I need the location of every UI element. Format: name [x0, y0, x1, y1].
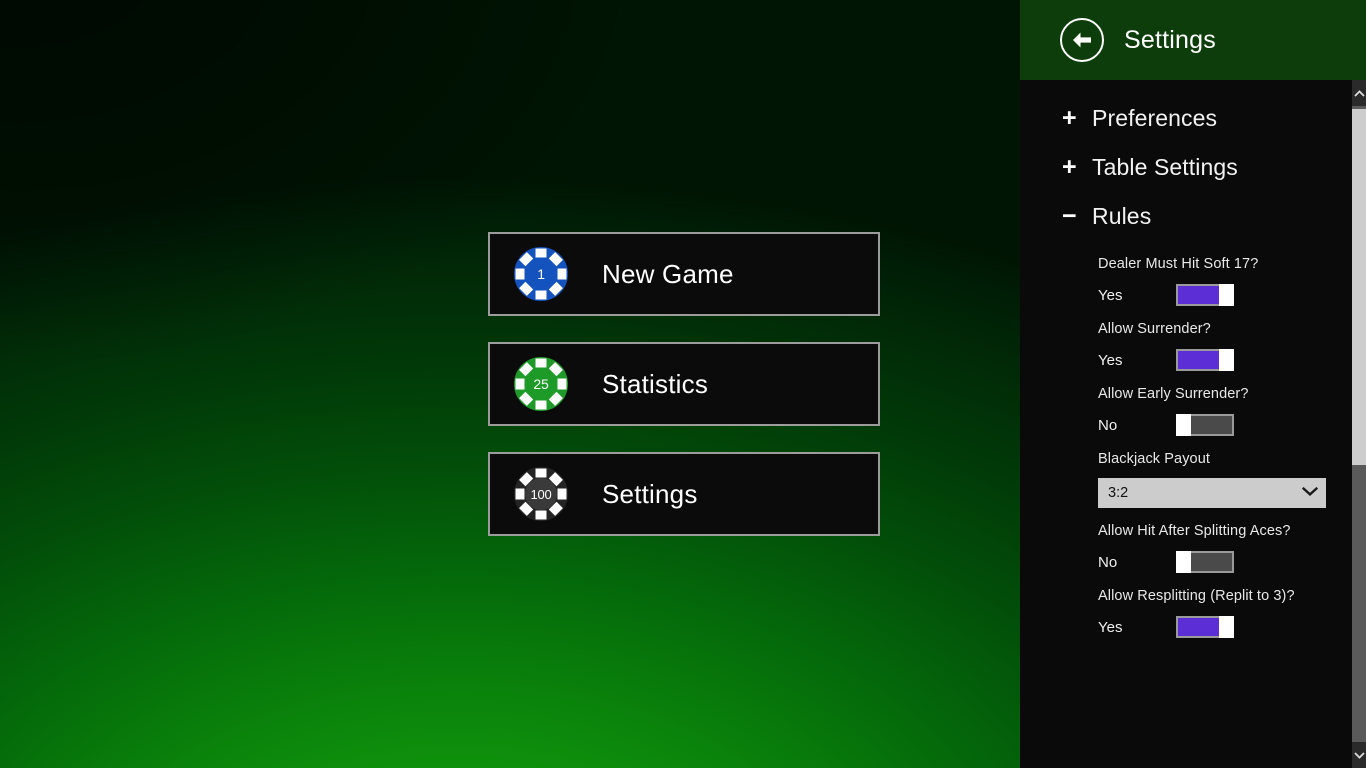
- setting-blackjack-payout: Blackjack Payout 3:2: [1020, 450, 1352, 508]
- toggle-allow-surrender[interactable]: [1176, 349, 1234, 371]
- game-table-background: 1 New Game 25 Statistics 100 Settings: [0, 0, 1021, 768]
- chip-rim-dash: [557, 488, 567, 500]
- scrollbar-down-button[interactable]: [1352, 742, 1366, 768]
- menu-button-settings[interactable]: 100 Settings: [488, 452, 880, 536]
- dropdown-value: 3:2: [1108, 484, 1129, 501]
- setting-dealer-must-hit-soft-17: Dealer Must Hit Soft 17? Yes: [1020, 255, 1352, 306]
- setting-label: Dealer Must Hit Soft 17?: [1098, 256, 1259, 272]
- setting-allow-early-surrender: Allow Early Surrender? No: [1020, 385, 1352, 436]
- setting-label: Allow Surrender?: [1098, 321, 1211, 337]
- setting-allow-hit-after-splitting-aces: Allow Hit After Splitting Aces? No: [1020, 522, 1352, 573]
- toggle-dealer-must-hit-soft-17[interactable]: [1176, 284, 1234, 306]
- setting-control-row: No: [1098, 414, 1340, 436]
- setting-state-text: Yes: [1098, 286, 1123, 304]
- chip-value-25: 25: [525, 368, 557, 400]
- setting-label: Allow Resplitting (Replit to 3)?: [1098, 588, 1295, 604]
- scrollbar-up-button[interactable]: [1352, 80, 1366, 106]
- setting-control-row: No: [1098, 551, 1340, 573]
- setting-state-text: Yes: [1098, 351, 1123, 369]
- setting-label: Allow Hit After Splitting Aces?: [1098, 523, 1291, 539]
- settings-header: Settings: [1020, 0, 1366, 80]
- section-header-table-settings[interactable]: + Table Settings: [1020, 143, 1352, 192]
- toggle-allow-resplitting[interactable]: [1176, 616, 1234, 638]
- section-header-rules[interactable]: − Rules: [1020, 192, 1352, 241]
- chip-rim-dash: [535, 290, 547, 300]
- main-menu: 1 New Game 25 Statistics 100 Settings: [488, 232, 880, 536]
- chip-value-100: 100: [525, 478, 557, 510]
- chip-1-icon: 1: [514, 247, 568, 301]
- plus-icon: +: [1062, 153, 1077, 181]
- setting-control-row: Yes: [1098, 349, 1340, 371]
- settings-title: Settings: [1124, 25, 1216, 54]
- section-header-preferences[interactable]: + Preferences: [1020, 94, 1352, 143]
- chip-rim-dash: [557, 268, 567, 280]
- menu-button-new-game[interactable]: 1 New Game: [488, 232, 880, 316]
- setting-control-row: Yes: [1098, 616, 1340, 638]
- menu-button-statistics[interactable]: 25 Statistics: [488, 342, 880, 426]
- chip-value-1: 1: [525, 258, 557, 290]
- app-window: 1 New Game 25 Statistics 100 Settings Se…: [0, 0, 1366, 768]
- chip-rim-dash: [557, 378, 567, 390]
- scrollbar-thumb[interactable]: [1352, 109, 1366, 465]
- setting-allow-resplitting: Allow Resplitting (Replit to 3)? Yes: [1020, 587, 1352, 638]
- setting-state-text: No: [1098, 553, 1118, 571]
- menu-label-statistics: Statistics: [602, 368, 709, 399]
- settings-body: + Preferences + Table Settings − Rules D…: [1020, 80, 1366, 768]
- section-label-preferences: Preferences: [1092, 105, 1218, 131]
- settings-flyout: Settings + Preferences + Table Settings …: [1020, 0, 1366, 768]
- setting-control-row: Yes: [1098, 284, 1340, 306]
- setting-state-text: No: [1098, 416, 1118, 434]
- menu-label-new-game: New Game: [602, 258, 734, 289]
- setting-label: Blackjack Payout: [1098, 451, 1211, 467]
- chip-rim-dash: [535, 248, 547, 258]
- setting-label: Allow Early Surrender?: [1098, 386, 1249, 402]
- section-label-rules: Rules: [1092, 203, 1152, 229]
- chip-rim-dash: [535, 358, 547, 368]
- chip-rim-dash: [515, 268, 525, 280]
- menu-label-settings: Settings: [602, 478, 698, 509]
- toggle-allow-hit-after-splitting-aces[interactable]: [1176, 551, 1234, 573]
- chip-rim-dash: [515, 378, 525, 390]
- chip-rim-dash: [535, 468, 547, 478]
- chip-rim-dash: [535, 510, 547, 520]
- section-label-table-settings: Table Settings: [1092, 154, 1238, 180]
- toggle-allow-early-surrender[interactable]: [1176, 414, 1234, 436]
- chip-rim-dash: [515, 488, 525, 500]
- plus-icon: +: [1062, 104, 1077, 132]
- setting-allow-surrender: Allow Surrender? Yes: [1020, 320, 1352, 371]
- minus-icon: −: [1062, 202, 1077, 230]
- chip-100-icon: 100: [514, 467, 568, 521]
- back-arrow-icon[interactable]: [1060, 18, 1104, 62]
- settings-scrollbar[interactable]: [1352, 80, 1366, 768]
- chip-25-icon: 25: [514, 357, 568, 411]
- dropdown-blackjack-payout[interactable]: 3:2: [1098, 478, 1326, 508]
- setting-state-text: Yes: [1098, 618, 1123, 636]
- settings-scroll-content: + Preferences + Table Settings − Rules D…: [1020, 80, 1352, 638]
- chip-rim-dash: [535, 400, 547, 410]
- chevron-down-icon: [1301, 484, 1319, 502]
